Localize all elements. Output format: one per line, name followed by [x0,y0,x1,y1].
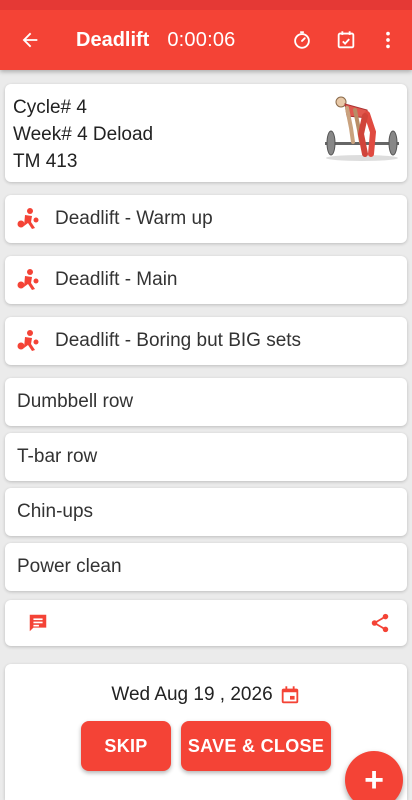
share-icon[interactable] [369,612,391,634]
exercise-label: Dumbbell row [17,391,134,412]
lifter-icon [17,330,39,351]
list-item[interactable]: Dumbbell row [5,378,407,426]
calendar-icon[interactable] [279,684,301,706]
list-item[interactable]: T-bar row [5,433,407,481]
list-item[interactable]: Deadlift - Main [5,256,407,304]
exercise-label: Power clean [17,556,122,577]
workout-timer: 0:00:06 [167,28,236,51]
stopwatch-icon[interactable] [280,12,324,68]
deadlift-figure [325,96,399,161]
exercise-label: Chin-ups [17,501,94,522]
lifter-icon [17,208,39,229]
skip-button[interactable]: SKIP [81,721,171,771]
add-fab-button[interactable]: + [345,751,403,800]
tools-card [5,600,407,646]
exercise-label: Deadlift - Warm up [55,208,213,229]
lifter-icon [17,269,39,290]
list-item[interactable]: Deadlift - Warm up [5,195,407,243]
page-title: Deadlift [76,28,150,51]
exercise-label: Deadlift - Main [55,269,178,290]
cycle-info-card: Cycle# 4 Week# 4 Deload TM 413 [5,84,407,182]
date-row[interactable]: Wed Aug 19 , 2026 [5,684,407,706]
calendar-check-icon[interactable] [324,12,368,68]
workout-date: Wed Aug 19 , 2026 [111,684,273,705]
comment-icon[interactable] [27,612,49,634]
list-item[interactable]: Power clean [5,543,407,591]
back-arrow-icon[interactable] [2,12,58,68]
list-item[interactable]: Chin-ups [5,488,407,536]
more-vert-icon[interactable] [368,12,408,68]
list-item[interactable]: Deadlift - Boring but BIG sets [5,317,407,365]
exercise-label: T-bar row [17,446,98,467]
app-bar: Deadlift 0:00:06 [0,0,412,70]
save-close-button[interactable]: SAVE & CLOSE [181,721,331,771]
exercise-label: Deadlift - Boring but BIG sets [55,330,302,351]
